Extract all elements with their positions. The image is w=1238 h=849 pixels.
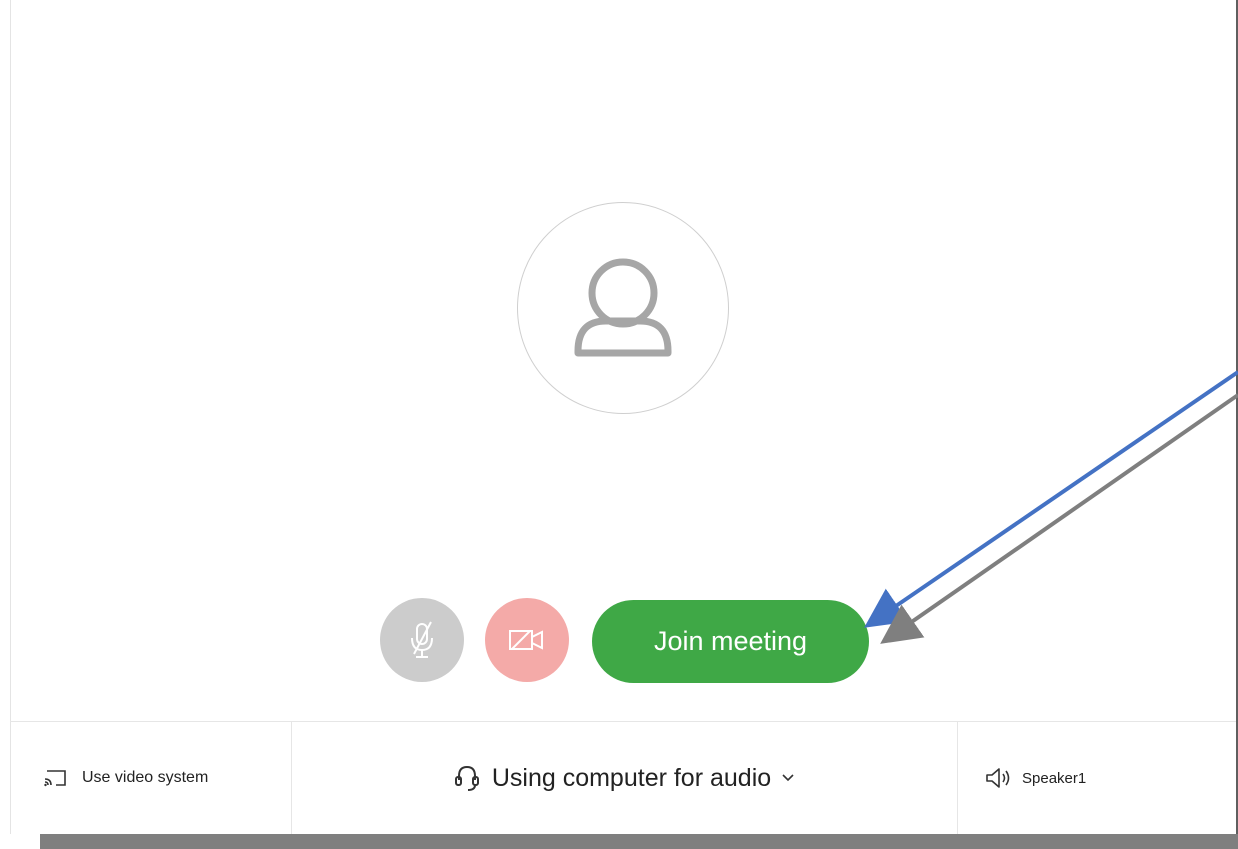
chevron-down-icon [782,774,794,782]
meeting-preview-window [10,0,1238,834]
cast-screen-icon [44,770,66,787]
join-meeting-button[interactable]: Join meeting [592,600,869,683]
audio-connection-dropdown[interactable]: Using computer for audio [292,722,958,834]
audio-connection-label: Using computer for audio [491,763,772,792]
window-shadow-bottom [40,834,1238,849]
speaker-selector[interactable]: Speaker1 [958,722,1236,834]
audio-video-footer: Use video system Using computer for audi… [10,721,1236,834]
camera-off-icon [509,630,543,650]
avatar [517,202,729,414]
headset-icon [454,765,479,791]
stop-video-button[interactable] [485,598,569,682]
use-video-system-label: Use video system [82,769,209,786]
user-avatar-icon [574,258,672,357]
mute-microphone-button[interactable] [380,598,464,682]
speaker-label: Speaker1 [1022,769,1087,787]
use-video-system-button[interactable]: Use video system [10,722,292,834]
microphone-muted-icon [411,621,433,658]
speaker-icon [986,768,1010,788]
